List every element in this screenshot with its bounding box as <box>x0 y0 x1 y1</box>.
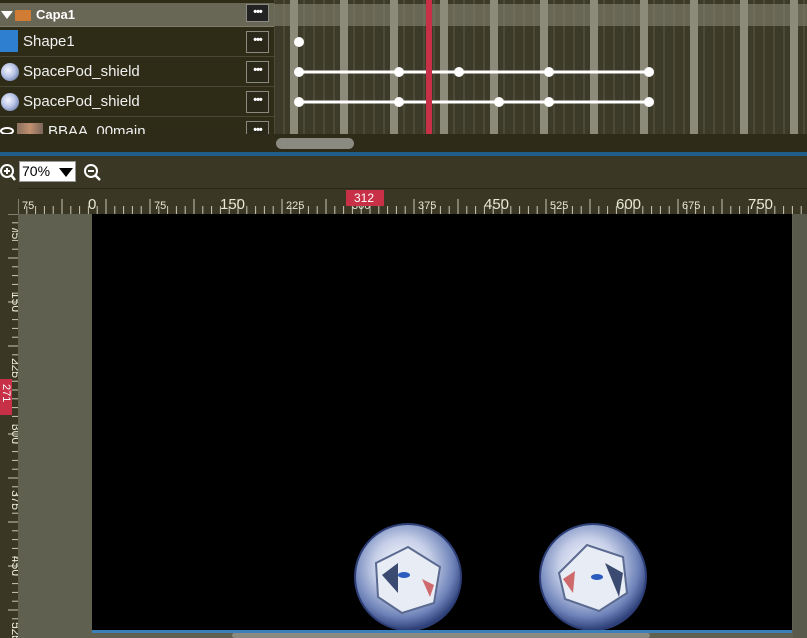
timeline-scroll-thumb[interactable] <box>276 138 354 149</box>
timeline-panel: Capa1 ••• Shape1 ••• SpacePod_shield •••… <box>0 0 807 152</box>
keyframe[interactable] <box>394 97 404 107</box>
horizontal-ruler[interactable]: 750751502253003754505256006757508312 <box>17 188 807 215</box>
ruler-label: 375 <box>418 200 436 212</box>
playhead[interactable] <box>426 0 432 134</box>
ruler-label: 225 <box>286 200 304 212</box>
layer-menu-button[interactable]: ••• <box>246 91 269 113</box>
layer-menu-button[interactable]: ••• <box>246 31 269 53</box>
keyframe[interactable] <box>544 97 554 107</box>
canvas-area[interactable] <box>18 214 807 638</box>
layer-menu-button[interactable]: ••• <box>246 121 269 134</box>
keyframe[interactable] <box>294 97 304 107</box>
ruler-label: 675 <box>682 200 700 212</box>
keyframe[interactable] <box>544 67 554 77</box>
ruler-label: 150 <box>9 292 18 312</box>
ruler-label: 525 <box>9 622 18 638</box>
keyframe[interactable] <box>394 67 404 77</box>
shape-icon <box>0 30 18 52</box>
layer-row[interactable]: SpacePod_shield ••• <box>0 57 274 87</box>
ruler-label: 375 <box>9 490 18 510</box>
spacepod-shield-sprite[interactable] <box>354 523 462 631</box>
zoom-level-select[interactable]: 70% <box>19 161 76 182</box>
spacepod-thumbnail-icon <box>1 63 19 81</box>
dropdown-arrow-icon[interactable] <box>59 168 73 177</box>
layer-name: Capa1 <box>36 7 76 22</box>
keyframe[interactable] <box>644 67 654 77</box>
layer-row[interactable]: BBAA_00main ••• <box>0 117 274 134</box>
keyframe[interactable] <box>644 97 654 107</box>
canvas-vertical-scrollbar[interactable] <box>793 214 807 638</box>
ruler-label: 750 <box>748 196 773 213</box>
cursor-y-label: 271 <box>0 384 12 402</box>
layer-menu-button[interactable]: ••• <box>246 61 269 83</box>
layer-name: SpacePod_shield <box>23 63 140 80</box>
keyframe-grid <box>274 0 807 134</box>
cursor-x-label: 312 <box>354 191 374 205</box>
zoom-level-value: 70% <box>22 163 51 179</box>
keyframe[interactable] <box>454 67 464 77</box>
eye-icon[interactable] <box>0 127 14 134</box>
stage[interactable] <box>92 214 792 631</box>
layer-row-group[interactable]: Capa1 ••• <box>0 3 274 27</box>
ruler-label: 75 <box>22 200 34 212</box>
ruler-label: 300 <box>9 424 18 444</box>
ruler-label: 150 <box>220 196 245 213</box>
animation-editor: Capa1 ••• Shape1 ••• SpacePod_shield •••… <box>0 0 807 638</box>
ruler-label: 75 <box>9 226 18 240</box>
ruler-label: 450 <box>484 196 509 213</box>
vertical-ruler-ticks: 75 150 225 300 375 450 525 271 <box>0 213 23 638</box>
layer-list: Capa1 ••• Shape1 ••• SpacePod_shield •••… <box>0 0 274 134</box>
zoom-out-icon[interactable] <box>83 163 101 181</box>
keyframe[interactable] <box>494 97 504 107</box>
keyframe[interactable] <box>294 37 304 47</box>
layer-name: BBAA_00main <box>48 123 146 134</box>
zoom-in-icon[interactable] <box>0 163 16 181</box>
keyframe[interactable] <box>294 67 304 77</box>
zoom-toolbar <box>0 156 807 188</box>
ruler-label: 525 <box>550 200 568 212</box>
spacepod-shield-sprite[interactable] <box>539 523 647 631</box>
ruler-label: 0 <box>88 196 96 213</box>
timeline-scrollbar[interactable] <box>274 134 807 152</box>
ruler-label: 600 <box>616 196 641 213</box>
layer-menu-button[interactable]: ••• <box>246 4 269 22</box>
layer-row[interactable]: Shape1 ••• <box>0 27 274 57</box>
vertical-ruler[interactable]: 75 150 225 300 375 450 525 271 <box>0 213 23 638</box>
canvas-horizontal-scroll-thumb[interactable] <box>232 633 650 638</box>
timeline-tracks[interactable] <box>274 0 807 134</box>
folder-icon <box>15 10 31 21</box>
layer-name: Shape1 <box>23 33 75 50</box>
ruler-label: 225 <box>9 358 18 378</box>
image-thumbnail-icon <box>17 123 43 134</box>
group-track-band <box>274 4 807 26</box>
ruler-corner <box>0 188 18 214</box>
ruler-label: 75 <box>154 200 166 212</box>
ruler-label: 450 <box>9 556 18 576</box>
spacepod-thumbnail-icon <box>1 93 19 111</box>
horizontal-ruler-ticks: 750751502253003754505256006757508312 <box>17 190 802 215</box>
layer-name: SpacePod_shield <box>23 93 140 110</box>
expand-triangle-icon[interactable] <box>1 11 13 19</box>
layer-row[interactable]: SpacePod_shield ••• <box>0 87 274 117</box>
